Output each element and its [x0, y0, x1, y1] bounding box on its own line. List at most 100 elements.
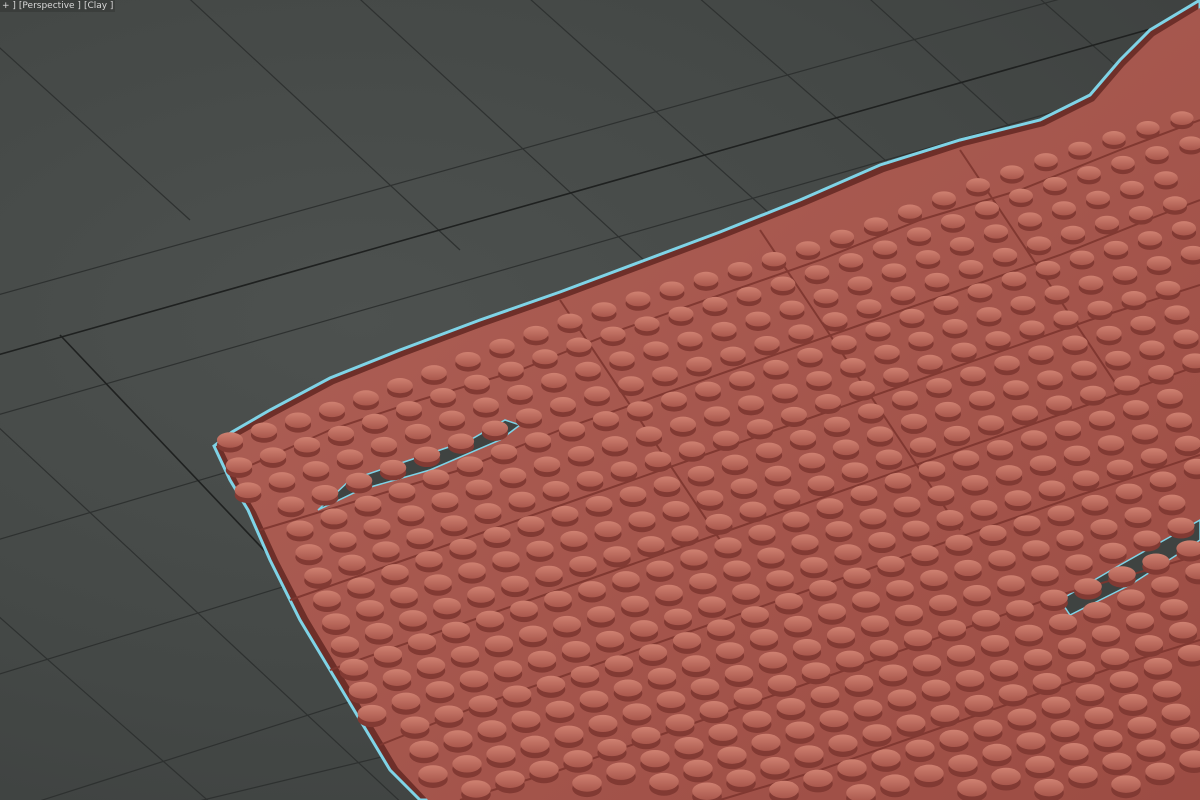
brick-stud	[1026, 236, 1052, 251]
brick-stud	[1032, 673, 1062, 690]
viewport-canvas[interactable]	[0, 0, 1200, 800]
brick-stud	[964, 694, 994, 712]
brick-stud	[293, 436, 321, 453]
brick-stud	[911, 545, 939, 562]
brick-stud	[924, 272, 950, 288]
viewport-menu-button[interactable]: + ]	[2, 0, 16, 12]
brick-stud	[880, 774, 910, 792]
brick-stud	[883, 367, 909, 383]
brick-stud	[757, 547, 785, 564]
brick-stud	[831, 335, 857, 351]
brick-stud	[895, 604, 923, 622]
brick-stud	[354, 495, 382, 512]
brick-stud	[1038, 480, 1066, 497]
brick-stud	[838, 253, 864, 268]
brick-stud	[881, 263, 907, 278]
brick-stud	[1014, 624, 1044, 642]
brick-stud	[1019, 320, 1045, 336]
brick-stud	[390, 587, 418, 604]
brick-stud	[1028, 345, 1054, 361]
brick-stud	[674, 736, 704, 755]
brick-stud	[646, 560, 674, 577]
brick-stud	[816, 498, 844, 515]
brick-stud	[1114, 375, 1140, 391]
brick-stud	[551, 505, 579, 522]
brick-stud	[567, 446, 595, 462]
brick-stud	[1075, 684, 1105, 702]
brick-stud	[533, 456, 561, 473]
viewport-view-label[interactable]: [Perspective ]	[19, 0, 81, 12]
brick-stud	[1068, 141, 1092, 156]
brick-stud	[468, 695, 498, 713]
brick-stud	[1173, 329, 1199, 345]
brick-stud	[872, 240, 898, 255]
brick-stud	[989, 659, 1019, 677]
brick-stud	[1031, 565, 1059, 582]
brick-stud	[1000, 165, 1024, 180]
brick-stud	[678, 441, 706, 457]
brick-stud	[404, 423, 432, 440]
brick-stud	[518, 625, 548, 643]
brick-stud	[1170, 111, 1194, 125]
brick-stud	[524, 432, 552, 448]
brick-stud	[868, 532, 896, 549]
brick-stud	[415, 551, 443, 568]
brick-stud	[1099, 542, 1127, 559]
brick-stud	[937, 619, 967, 637]
brick-stud	[1102, 752, 1132, 770]
brick-stud	[852, 591, 880, 608]
brick-stud	[1139, 340, 1165, 356]
brick-stud	[813, 288, 839, 304]
brick-stud	[416, 657, 446, 674]
brick-stud	[1127, 716, 1157, 734]
brick-stud	[714, 537, 742, 554]
brick-stud	[822, 312, 848, 327]
brick-stud	[954, 559, 982, 577]
brick-stud	[1074, 578, 1102, 595]
brick-stud	[696, 490, 724, 506]
brick-stud	[612, 571, 640, 588]
brick-stud	[906, 227, 932, 242]
brick-stud	[490, 443, 518, 460]
brick-stud	[847, 276, 873, 291]
brick-stud	[979, 525, 1007, 542]
brick-stud	[890, 286, 916, 301]
brick-stud	[1157, 388, 1183, 405]
brick-stud	[1083, 601, 1111, 619]
brick-stud	[647, 667, 677, 685]
brick-stud	[865, 322, 891, 337]
brick-stud	[705, 513, 733, 530]
brick-stud	[507, 384, 533, 401]
brick-stud	[1003, 380, 1029, 396]
brick-stud	[1152, 680, 1182, 698]
brick-stud	[515, 408, 543, 424]
brick-stud	[440, 515, 468, 532]
brick-stud	[319, 401, 345, 418]
brick-stud	[819, 710, 849, 728]
brick-stud	[552, 615, 582, 633]
brick-stud	[843, 567, 871, 584]
brick-stud	[760, 757, 790, 775]
brick-stud	[338, 554, 366, 571]
brick-stud	[929, 594, 957, 612]
brick-stud	[544, 590, 572, 608]
brick-stud	[336, 449, 364, 466]
viewport-shading-label[interactable]: [Clay ]	[84, 0, 114, 12]
brick-stud	[536, 675, 566, 693]
brick-stud	[1168, 621, 1198, 639]
brick-stud	[932, 191, 956, 206]
brick-stud	[1069, 250, 1095, 266]
brick-stud	[388, 482, 416, 499]
brick-stud	[570, 665, 600, 683]
brick-stud	[449, 538, 477, 555]
brick-stud	[1016, 732, 1046, 750]
brick-stud	[745, 311, 771, 327]
brick-stud	[1174, 435, 1200, 452]
brick-stud	[313, 590, 341, 607]
brick-stud	[1103, 240, 1129, 256]
brick-stud	[884, 472, 912, 489]
brick-stud	[1004, 490, 1032, 507]
brick-stud	[785, 721, 815, 739]
perspective-viewport[interactable]: + ] [Perspective ] [Clay ]	[0, 0, 1200, 800]
brick-stud	[997, 575, 1025, 592]
